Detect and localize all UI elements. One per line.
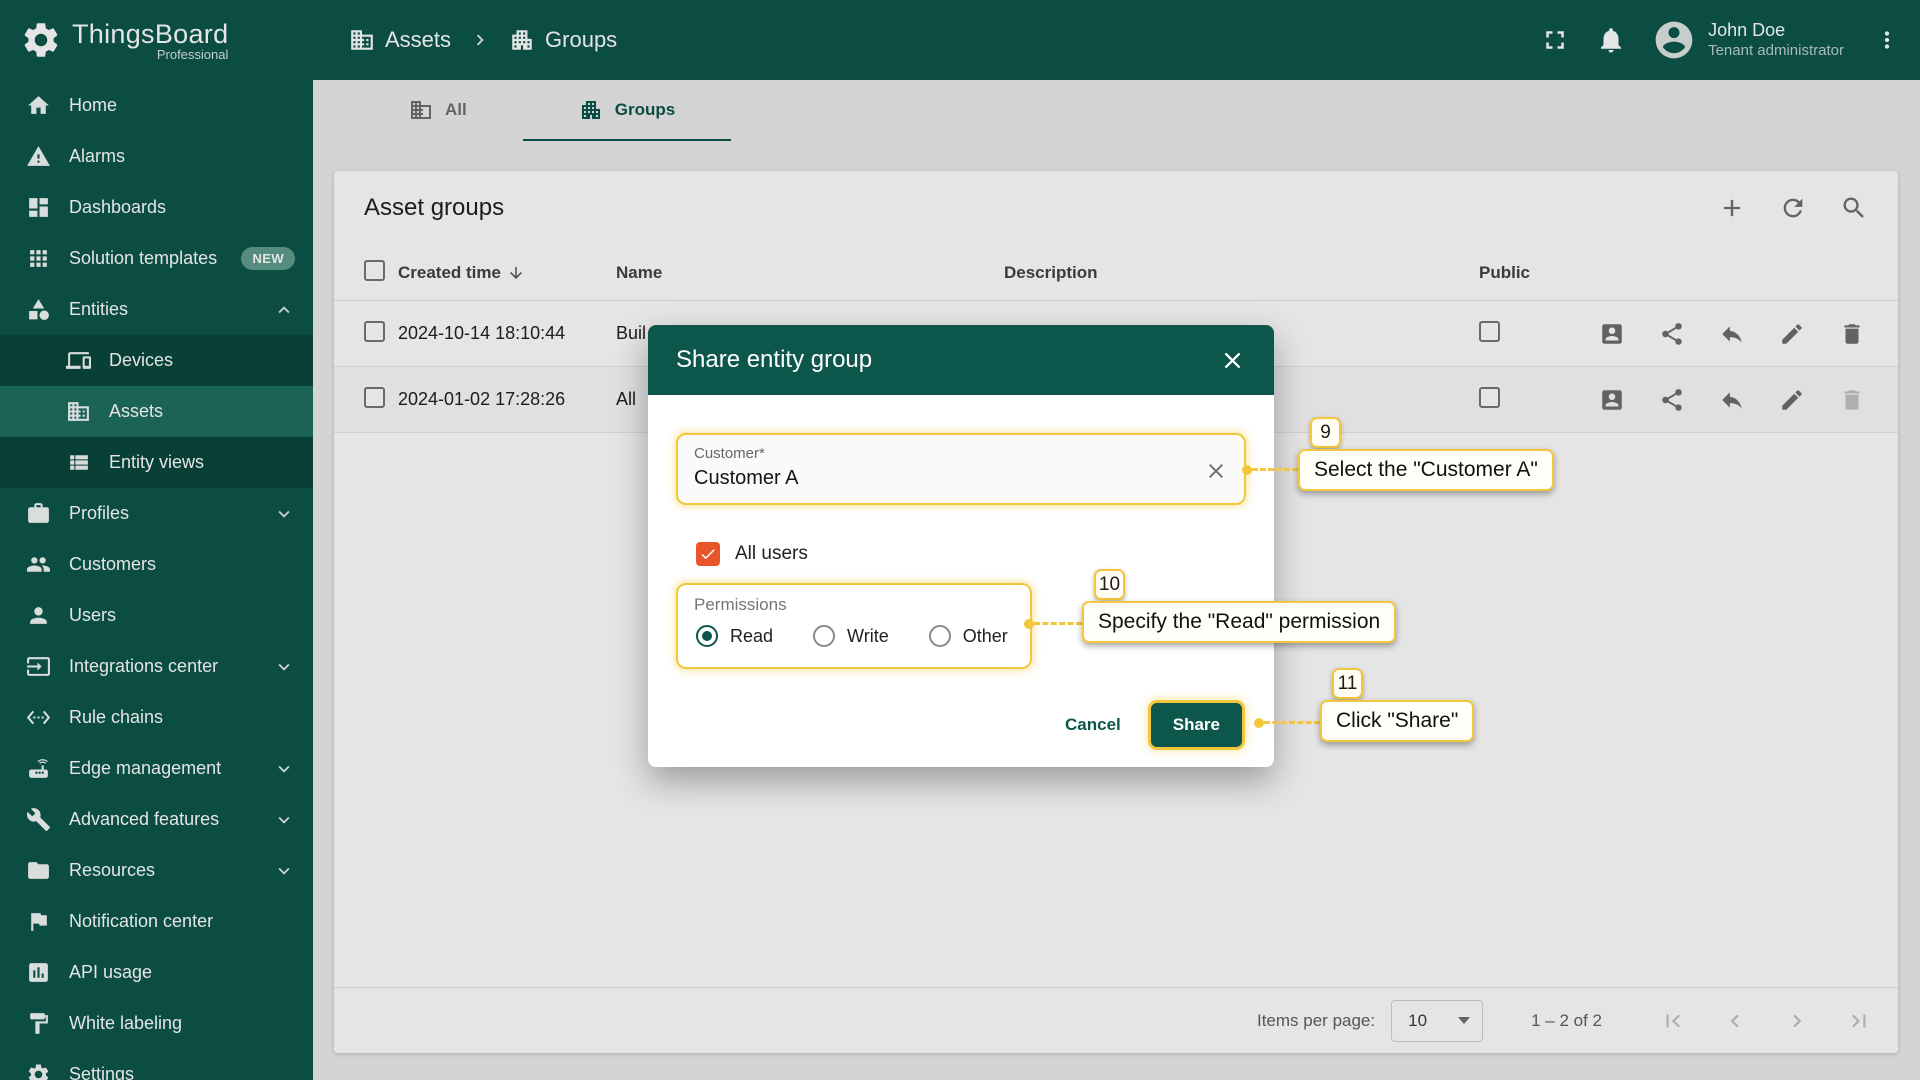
step-number-badge: 10 (1094, 569, 1125, 600)
radio-other[interactable]: Other (929, 625, 1008, 647)
dialog-title: Share entity group (676, 346, 872, 374)
share-entity-group-dialog: Share entity group Customer* Customer A … (648, 325, 1274, 767)
radio-read[interactable]: Read (696, 625, 773, 647)
permissions-label: Permissions (694, 595, 1012, 615)
annotation-callout: Select the "Customer A" (1298, 449, 1554, 491)
radio-button[interactable] (929, 625, 951, 647)
annotation-callout: Click "Share" (1320, 700, 1474, 742)
close-icon[interactable] (1219, 347, 1246, 374)
step-number-badge: 9 (1310, 417, 1341, 448)
radio-write[interactable]: Write (813, 625, 889, 647)
share-button[interactable]: Share (1151, 703, 1242, 747)
customer-field-value: Customer A (694, 467, 798, 490)
step-number-badge: 11 (1332, 668, 1363, 699)
customer-field-label: Customer* (694, 445, 765, 462)
all-users-checkbox[interactable] (696, 542, 720, 566)
connector-dot (1024, 619, 1034, 629)
connector-line (1264, 721, 1320, 724)
radio-button[interactable] (696, 625, 718, 647)
connector-dot (1254, 718, 1264, 728)
annotation-callout: Specify the "Read" permission (1082, 601, 1396, 643)
cancel-button[interactable]: Cancel (1065, 715, 1121, 735)
permissions-group: Permissions Read Write Other (676, 583, 1032, 669)
connector-line (1034, 622, 1082, 625)
connector-line (1252, 468, 1298, 471)
clear-icon[interactable] (1204, 459, 1228, 483)
connector-dot (1242, 465, 1252, 475)
all-users-label: All users (735, 543, 808, 565)
radio-button[interactable] (813, 625, 835, 647)
customer-field[interactable]: Customer* Customer A (676, 433, 1246, 505)
